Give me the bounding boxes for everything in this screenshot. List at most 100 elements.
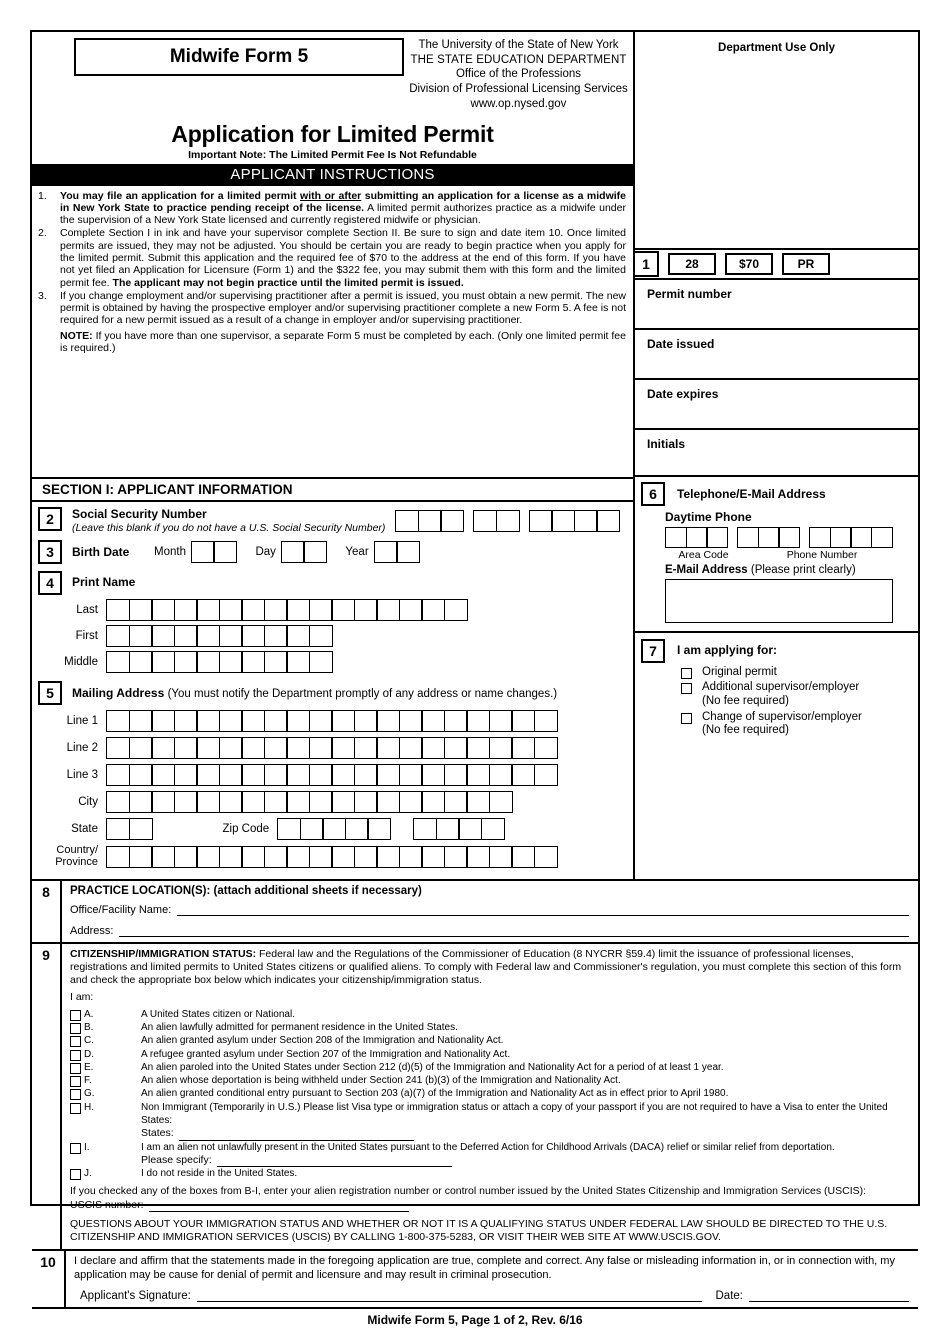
year-cell[interactable] [373,541,398,563]
last-name-cell[interactable] [421,599,445,621]
middle-name-input[interactable] [106,651,333,673]
date-input[interactable] [749,1290,909,1302]
address-line1-cell[interactable] [173,710,198,732]
month-cell[interactable] [190,541,215,563]
address-line3-cell[interactable] [533,764,558,786]
visa-status-input[interactable] [178,1131,414,1141]
address-line3-cell[interactable] [151,764,175,786]
middle-name-cell[interactable] [241,651,265,673]
option-original-permit[interactable]: Original permit [681,666,918,679]
address-line2-cell[interactable] [263,737,288,759]
first-name-cell[interactable] [106,625,130,647]
address-line2-cell[interactable] [151,737,175,759]
permit-number-field[interactable]: Permit number [635,280,918,330]
address-line1-cell[interactable] [308,710,333,732]
country-cell[interactable] [218,845,243,868]
address-line3-cell[interactable] [218,764,243,786]
ssn-cell[interactable] [551,510,576,532]
checkbox-citizenship-i[interactable] [70,1142,81,1154]
address-line2-cell[interactable] [331,737,355,759]
city-cell[interactable] [241,791,265,813]
address-line2-cell[interactable] [466,737,490,759]
ssn-cell[interactable] [417,510,442,532]
country-cell[interactable] [511,845,535,868]
ssn-cell[interactable] [573,510,598,532]
address-line2-cell[interactable] [511,737,535,759]
citizenship-option-j[interactable]: J. I do not reside in the United States. [70,1167,909,1181]
checkbox-citizenship-d[interactable] [70,1049,81,1061]
zip4-cell[interactable] [435,818,460,840]
country-cell[interactable] [286,845,310,868]
address-line3-cell[interactable] [421,764,445,786]
address-line3-cell[interactable] [241,764,265,786]
area-code-cell[interactable] [685,527,708,548]
city-cell[interactable] [466,791,490,813]
address-line3-cell[interactable] [173,764,198,786]
address-line1-cell[interactable] [398,710,423,732]
ssn-cell[interactable] [528,510,553,532]
zip4-input[interactable] [413,818,505,840]
middle-name-cell[interactable] [263,651,288,673]
country-cell[interactable] [353,845,378,868]
state-input[interactable] [106,818,153,840]
day-cell[interactable] [303,541,328,563]
phone-input-group[interactable] [635,527,918,548]
address-line2-cell[interactable] [353,737,378,759]
last-name-cell[interactable] [443,599,468,621]
checkbox-change-supervisor[interactable] [681,712,692,724]
checkbox-citizenship-e[interactable] [70,1062,81,1074]
middle-name-cell[interactable] [286,651,310,673]
office-facility-input[interactable] [177,905,909,916]
country-cell[interactable] [241,845,265,868]
address-line3-cell[interactable] [196,764,220,786]
phone-prefix-input[interactable] [737,527,800,548]
address-line2-cell[interactable] [196,737,220,759]
state-cell[interactable] [106,818,130,840]
address-line2-cell[interactable] [308,737,333,759]
country-cell[interactable] [488,845,513,868]
middle-name-cell[interactable] [173,651,198,673]
city-cell[interactable] [263,791,288,813]
phone-line-cell[interactable] [850,527,872,548]
address-line3-cell[interactable] [353,764,378,786]
citizenship-option-a[interactable]: A. A United States citizen or National. [70,1008,909,1021]
address-line3-cell[interactable] [331,764,355,786]
country-cell[interactable] [443,845,468,868]
address-line1-cell[interactable] [533,710,558,732]
address-line1-cell[interactable] [151,710,175,732]
last-name-cell[interactable] [263,599,288,621]
country-cell[interactable] [331,845,355,868]
checkbox-citizenship-c[interactable] [70,1036,81,1048]
citizenship-option-f[interactable]: F. An alien whose deportation is being wi… [70,1074,909,1088]
ssn-group-1[interactable] [395,510,465,532]
middle-name-cell[interactable] [128,651,153,673]
last-name-cell[interactable] [398,599,423,621]
country-cell[interactable] [308,845,333,868]
city-cell[interactable] [421,791,445,813]
country-cell[interactable] [376,845,400,868]
country-cell[interactable] [421,845,445,868]
email-input[interactable] [665,579,893,623]
zip5-input[interactable] [277,818,392,840]
address-line2-cell[interactable] [173,737,198,759]
country-cell[interactable] [196,845,220,868]
country-cell[interactable] [106,845,130,868]
address-line2-cell[interactable] [533,737,558,759]
zip4-cell[interactable] [413,818,438,840]
last-name-cell[interactable] [173,599,198,621]
address-line1-cell[interactable] [218,710,243,732]
first-name-cell[interactable] [196,625,220,647]
phone-line-input[interactable] [809,527,893,548]
day-cell[interactable] [280,541,305,563]
address-line1-cell[interactable] [353,710,378,732]
last-name-cell[interactable] [218,599,243,621]
city-cell[interactable] [286,791,310,813]
citizenship-option-i[interactable]: I. I am an alien not unlawfully present i… [70,1141,909,1154]
ssn-input-group[interactable] [395,510,621,532]
first-name-cell[interactable] [308,625,333,647]
address-line1-cell[interactable] [488,710,513,732]
birth-year-input[interactable] [373,541,421,563]
zip5-cell[interactable] [367,818,392,840]
city-cell[interactable] [128,791,153,813]
country-cell[interactable] [533,845,558,868]
